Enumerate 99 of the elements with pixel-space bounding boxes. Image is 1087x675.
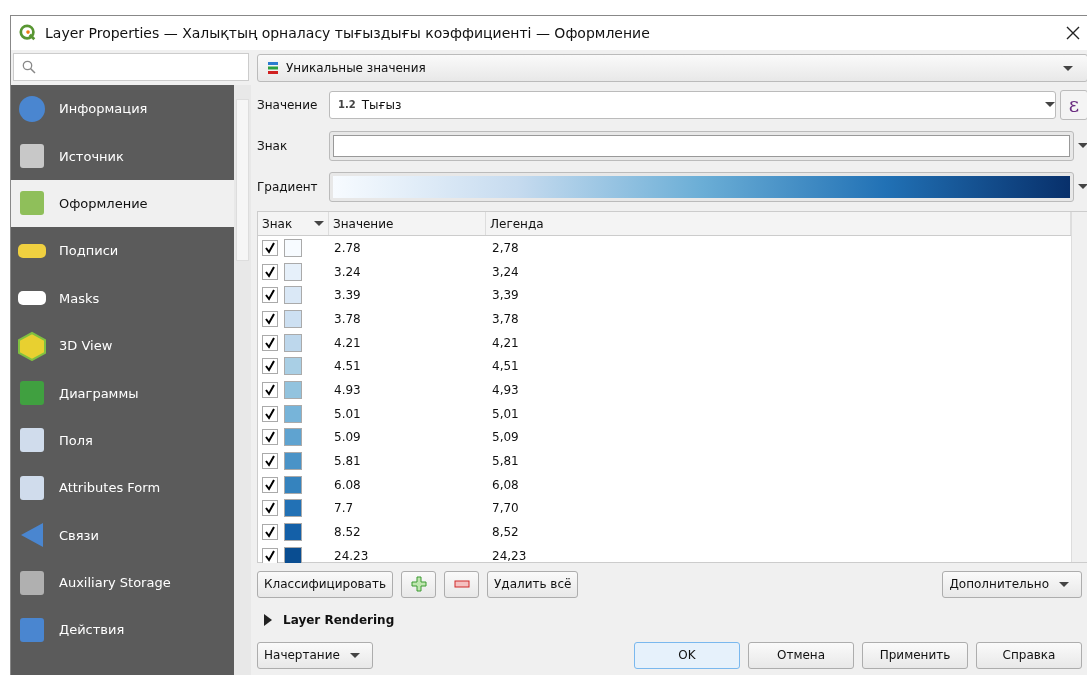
- style-dropdown[interactable]: Начертание: [257, 641, 373, 669]
- dialog-button[interactable]: Справка: [976, 641, 1082, 669]
- checkbox[interactable]: [262, 381, 278, 398]
- sidebar-item[interactable]: Информация: [11, 85, 234, 133]
- table-cell-text: 6.08: [333, 477, 362, 492]
- search-field[interactable]: [13, 53, 249, 81]
- sidebar-item[interactable]: Источник: [11, 132, 234, 180]
- table-cell-text: 3.39: [333, 288, 362, 303]
- color-swatch[interactable]: [284, 333, 302, 352]
- sidebar-item[interactable]: Attributes Form: [11, 464, 234, 512]
- table-cell-text: 3.78: [333, 311, 362, 326]
- dialog-button[interactable]: Применить: [862, 641, 968, 669]
- table-cell-text: 5.09: [333, 430, 362, 445]
- table-cell-text: 3,39: [491, 288, 520, 303]
- checkbox[interactable]: [262, 405, 278, 422]
- field-label: Знак: [257, 138, 289, 153]
- table-cell-text: 4.51: [333, 359, 362, 374]
- delete-all-button[interactable]: Удалить всё: [487, 570, 579, 598]
- checkbox[interactable]: [262, 429, 278, 446]
- table-cell-text: 5,09: [491, 430, 520, 445]
- column-header[interactable]: Значение: [329, 212, 486, 235]
- table-cell-text: 5,01: [491, 406, 520, 421]
- field-label: Градиент: [257, 179, 319, 194]
- expand-arrow-icon: [263, 614, 273, 626]
- checkbox[interactable]: [262, 453, 278, 470]
- checkbox[interactable]: [262, 358, 278, 375]
- close-icon[interactable]: [1066, 26, 1080, 40]
- expression-button[interactable]: ε: [1060, 89, 1087, 120]
- sidebar-item[interactable]: Диаграммы: [11, 369, 234, 417]
- color-ramp-button[interactable]: [329, 171, 1074, 202]
- sidebar-scrollbar[interactable]: [234, 85, 251, 675]
- value-dropdown[interactable]: 1.2 Тығыз: [329, 90, 1056, 119]
- dialog-button[interactable]: OK: [634, 641, 740, 669]
- color-swatch[interactable]: [284, 546, 302, 563]
- table-cell-text: 3,78: [491, 311, 520, 326]
- table-cell-text: 24,23: [491, 548, 528, 563]
- color-swatch[interactable]: [284, 499, 302, 518]
- search-icon: [22, 60, 36, 74]
- sidebar-item[interactable]: Действия: [11, 606, 234, 654]
- table-cell-text: 4.93: [333, 382, 362, 397]
- sidebar-item[interactable]: Auxiliary Storage: [11, 558, 234, 607]
- color-swatch[interactable]: [284, 380, 302, 399]
- color-swatch[interactable]: [284, 357, 302, 376]
- classify-button[interactable]: Классифицировать: [257, 570, 393, 598]
- color-swatch[interactable]: [284, 286, 302, 305]
- table-cell-text: 7.7: [333, 501, 355, 516]
- renderer-dropdown[interactable]: Уникальные значения: [257, 54, 1087, 82]
- app-logo-icon: [19, 24, 37, 42]
- sidebar-item[interactable]: Masks: [11, 274, 234, 322]
- table-cell-text: 7,70: [491, 501, 520, 516]
- checkbox[interactable]: [262, 500, 278, 517]
- field-label: Значение: [257, 97, 319, 112]
- remove-class-button[interactable]: [444, 570, 479, 598]
- sidebar-item[interactable]: Поля: [11, 416, 234, 465]
- color-swatch[interactable]: [284, 452, 302, 471]
- table-cell-text: 3,24: [491, 264, 520, 279]
- checkbox[interactable]: [262, 334, 278, 351]
- table-cell-text: 24.23: [333, 548, 370, 563]
- sidebar-item[interactable]: 3D View: [11, 321, 234, 370]
- window-title: Layer Properties — Халықтың орналасу тығыздығы коэффициенті — Оформление: [45, 25, 651, 41]
- table-scrollbar[interactable]: [1071, 212, 1087, 562]
- table-cell-text: 5.01: [333, 406, 362, 421]
- advanced-dropdown[interactable]: Дополнительно: [942, 570, 1082, 598]
- color-swatch[interactable]: [284, 238, 302, 257]
- table-cell-text: 8,52: [491, 525, 520, 540]
- column-header[interactable]: Знак: [258, 212, 329, 235]
- checkbox[interactable]: [262, 263, 278, 280]
- table-cell-text: 5.81: [333, 454, 362, 469]
- dialog-button[interactable]: Отмена: [748, 641, 854, 669]
- sidebar-item[interactable]: Оформление: [11, 179, 234, 228]
- plus-icon: [410, 576, 427, 592]
- table-cell-text: 6,08: [491, 477, 520, 492]
- symbol-button[interactable]: [329, 130, 1074, 161]
- categorized-icon: [266, 61, 280, 75]
- checkbox[interactable]: [262, 310, 278, 327]
- checkbox[interactable]: [262, 524, 278, 541]
- checkbox[interactable]: [262, 287, 278, 304]
- sidebar-item[interactable]: Связи: [11, 511, 234, 559]
- table-cell-text: 4.21: [333, 335, 362, 350]
- checkbox[interactable]: [262, 547, 278, 563]
- table-cell-text: 2,78: [491, 240, 520, 255]
- sidebar-item[interactable]: Подписи: [11, 227, 234, 275]
- checkbox[interactable]: [262, 476, 278, 493]
- layer-rendering-toggle[interactable]: Layer Rendering: [257, 605, 1087, 635]
- color-swatch[interactable]: [284, 523, 302, 542]
- table-cell-text: 5,81: [491, 454, 520, 469]
- table-cell-text: 4,93: [491, 382, 520, 397]
- table-cell-text: 2.78: [333, 240, 362, 255]
- color-swatch[interactable]: [284, 404, 302, 423]
- color-swatch[interactable]: [284, 428, 302, 447]
- color-swatch[interactable]: [284, 475, 302, 494]
- table-cell-text: 4,21: [491, 335, 520, 350]
- table-cell-text: 8.52: [333, 525, 362, 540]
- color-swatch[interactable]: [284, 262, 302, 281]
- table-cell-text: 3.24: [333, 264, 362, 279]
- cube-icon: [17, 330, 47, 361]
- checkbox[interactable]: [262, 239, 278, 256]
- color-swatch[interactable]: [284, 309, 302, 328]
- table-cell-text: 4,51: [491, 359, 520, 374]
